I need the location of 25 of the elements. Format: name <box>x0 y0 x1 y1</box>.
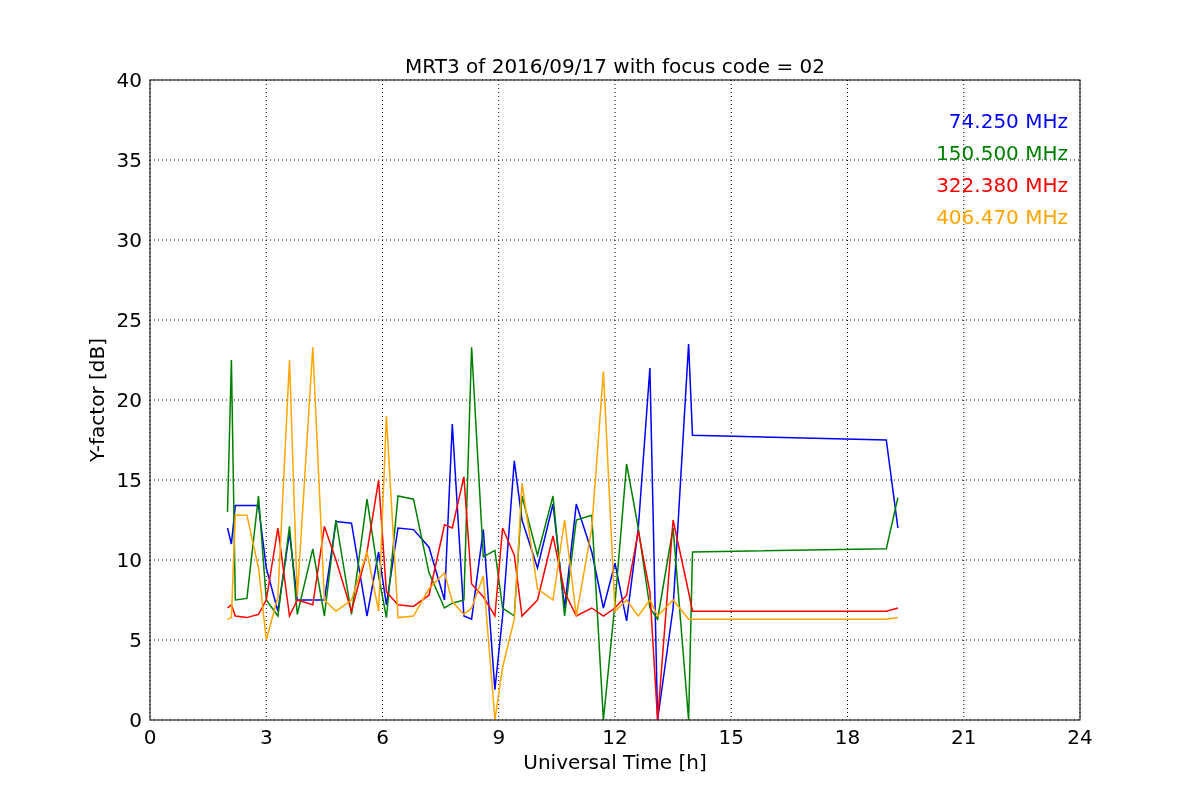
chart-title: MRT3 of 2016/09/17 with focus code = 02 <box>405 54 825 78</box>
x-axis-label: Universal Time [h] <box>523 750 707 774</box>
y-tick-label: 5 <box>129 628 142 652</box>
y-tick-label: 40 <box>116 68 142 92</box>
x-tick-label: 0 <box>143 725 157 749</box>
y-axis-label: Y-factor [dB] <box>85 338 109 462</box>
x-tick-label: 21 <box>951 725 977 749</box>
y-tick-label: 15 <box>116 468 142 492</box>
y-tick-label: 35 <box>116 148 142 172</box>
x-tick-label: 9 <box>492 725 506 749</box>
y-tick-label: 20 <box>116 388 142 412</box>
x-tick-label: 3 <box>259 725 273 749</box>
x-tick-label: 15 <box>718 725 744 749</box>
y-tick-label: 0 <box>129 708 142 732</box>
legend-label: 74.250 MHz <box>948 109 1068 133</box>
y-tick-label: 30 <box>116 228 142 252</box>
x-tick-label: 12 <box>602 725 628 749</box>
legend-label: 406.470 MHz <box>936 205 1068 229</box>
x-tick-label: 6 <box>376 725 389 749</box>
x-tick-label: 18 <box>834 725 861 749</box>
y-tick-label: 10 <box>116 548 142 572</box>
legend-label: 322.380 MHz <box>936 173 1068 197</box>
y-tick-label: 25 <box>116 308 142 332</box>
x-tick-label: 24 <box>1067 725 1093 749</box>
legend-label: 150.500 MHz <box>936 141 1068 165</box>
